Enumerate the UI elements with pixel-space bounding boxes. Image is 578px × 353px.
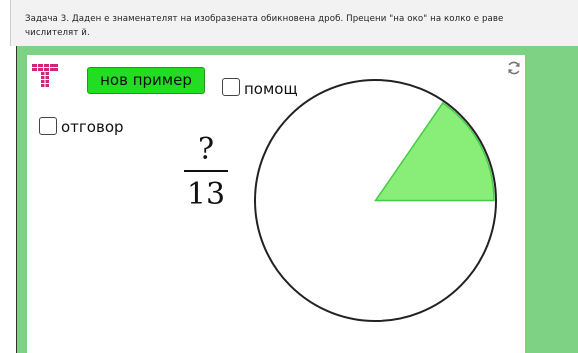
fraction-circle bbox=[254, 79, 497, 322]
fraction-denominator: 13 bbox=[186, 177, 226, 212]
applet-side-panel bbox=[525, 55, 578, 353]
answer-checkbox[interactable] bbox=[39, 117, 57, 135]
task-header: Задача 3. Даден е знаменателят на изобра… bbox=[10, 0, 578, 46]
task-text: Задача 3. Даден е знаменателят на изобра… bbox=[25, 14, 504, 38]
help-checkbox[interactable] bbox=[222, 78, 240, 96]
answer-label[interactable]: отговор bbox=[61, 118, 124, 136]
fraction: ? 13 bbox=[182, 132, 230, 212]
new-example-button[interactable]: нов пример bbox=[87, 67, 205, 94]
refresh-icon[interactable] bbox=[506, 60, 522, 76]
fraction-bar bbox=[184, 170, 228, 172]
page: Задача 3. Даден е знаменателят на изобра… bbox=[0, 0, 578, 353]
fraction-numerator: ? bbox=[197, 132, 215, 167]
logo-icon bbox=[32, 64, 58, 87]
